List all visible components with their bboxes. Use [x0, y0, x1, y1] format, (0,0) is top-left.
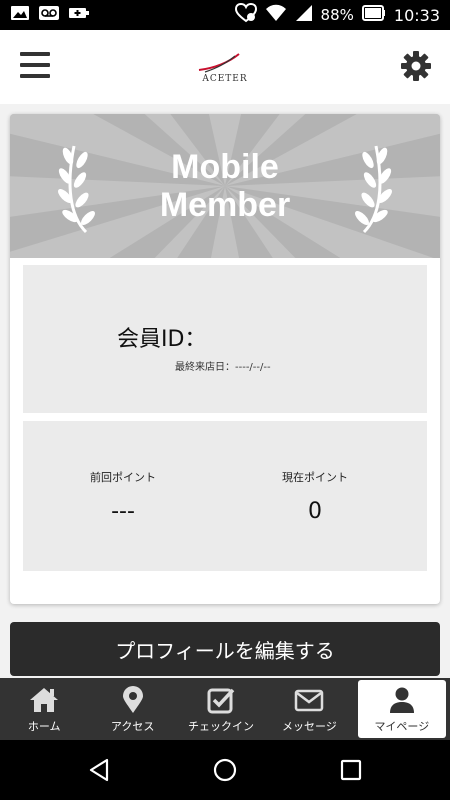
current-points-label: 現在ポイント — [282, 471, 348, 484]
app-header: ACETER — [0, 30, 450, 104]
tab-home-label: ホーム — [27, 720, 61, 733]
wifi-icon — [265, 4, 287, 26]
image-icon — [10, 5, 30, 25]
last-visit-date: 最終来店日：----/--/-- — [175, 362, 271, 373]
member-card: Mobile Member 会員ID： 最終来店日：----/--/-- 前回ポ… — [10, 114, 440, 604]
system-nav-bar — [0, 740, 450, 800]
heart-icon — [234, 2, 257, 27]
previous-points: 前回ポイント --- — [23, 469, 223, 524]
battery-percent: 88% — [320, 6, 354, 24]
gear-icon[interactable] — [400, 50, 432, 82]
voicemail-icon — [38, 5, 60, 25]
checkbox-icon — [207, 688, 235, 714]
tab-access[interactable]: アクセス — [88, 678, 176, 740]
hamburger-menu-icon[interactable] — [20, 52, 50, 78]
tab-home[interactable]: ホーム — [0, 678, 88, 740]
previous-points-value: --- — [111, 499, 135, 524]
banner-title-line1: Mobile — [171, 148, 279, 186]
banner-title-line2: Member — [159, 186, 291, 224]
clock: 10:33 — [393, 5, 440, 25]
member-banner: Mobile Member — [10, 114, 440, 258]
home-circle-icon[interactable] — [213, 758, 237, 782]
tab-checkin-label: チェックイン — [188, 720, 255, 733]
tab-message-label: メッセージ — [282, 720, 337, 733]
current-points-value: 0 — [308, 499, 322, 524]
logo-swoosh-icon — [198, 53, 240, 73]
battery-icon — [361, 5, 386, 25]
logo-text: ACETER — [202, 74, 248, 84]
tab-mypage-label: マイページ — [374, 720, 430, 733]
map-pin-icon — [122, 686, 143, 713]
home-icon — [30, 688, 59, 712]
person-icon — [389, 687, 414, 713]
member-id-label: 会員ID： — [117, 327, 207, 352]
battery-saver-icon — [68, 5, 90, 25]
banner-title: Mobile Member — [10, 148, 440, 224]
logo: ACETER — [170, 44, 280, 84]
back-icon[interactable] — [88, 758, 110, 782]
current-points: 現在ポイント 0 — [215, 469, 415, 524]
member-id-panel: 会員ID： 最終来店日：----/--/-- — [23, 265, 427, 413]
tab-access-label: アクセス — [110, 720, 155, 733]
status-bar: 88% 10:33 — [0, 0, 450, 30]
points-panel: 前回ポイント --- 現在ポイント 0 — [23, 421, 427, 571]
signal-icon — [295, 4, 313, 26]
tab-mypage[interactable]: マイページ — [357, 680, 447, 738]
recent-apps-icon[interactable] — [340, 758, 362, 782]
tab-checkin[interactable]: チェックイン — [177, 678, 265, 740]
envelope-icon — [295, 689, 324, 712]
bottom-tab-bar: ホーム アクセス チェックイン メッセージ マイページ — [0, 678, 450, 740]
previous-points-label: 前回ポイント — [90, 471, 156, 484]
tab-message[interactable]: メッセージ — [265, 678, 353, 740]
edit-profile-button[interactable]: プロフィールを編集する — [10, 622, 440, 676]
